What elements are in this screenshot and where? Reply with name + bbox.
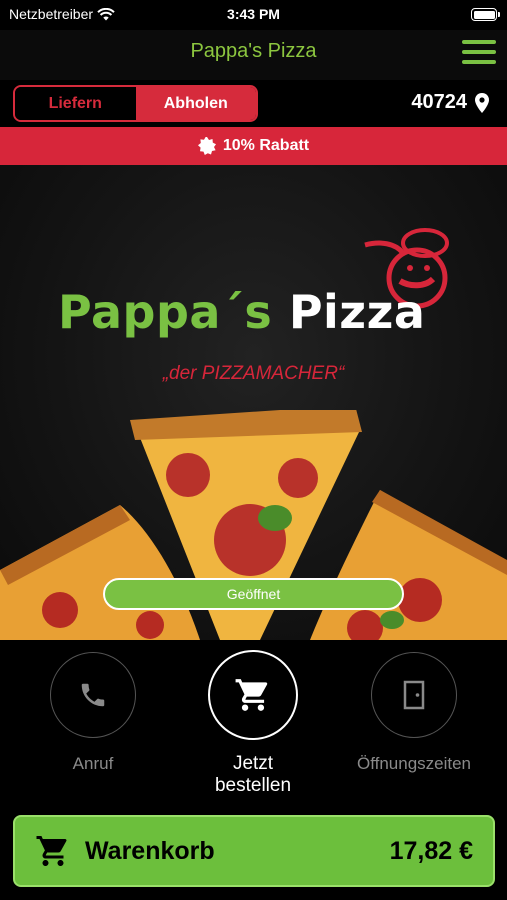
cart-total: 17,82 €	[389, 836, 473, 865]
cart-icon	[36, 836, 67, 866]
action-row: Anruf Jetzt bestellen Öffnungszeiten	[0, 640, 507, 805]
phone-icon	[81, 683, 105, 707]
opening-hours-label: Öffnungszeiten	[356, 754, 472, 773]
open-status-button[interactable]: Geöffnet	[103, 578, 404, 610]
cart-icon	[235, 679, 268, 711]
badge-icon	[197, 137, 216, 155]
battery-icon	[471, 8, 500, 21]
order-now-circle	[208, 650, 298, 740]
pickup-tab[interactable]: Abholen	[135, 87, 256, 120]
zip-code: 40724	[411, 91, 467, 113]
deliver-tab[interactable]: Liefern	[15, 87, 136, 120]
hero-banner: Pappa´s Pizza „der PIZZAMACHER“ Geöffnet	[0, 165, 507, 640]
location-pin-icon	[475, 92, 489, 113]
cart-label: Warenkorb	[85, 836, 215, 865]
order-mode-row: Liefern Abholen 40724	[0, 80, 507, 127]
page-title: Pappa's Pizza	[190, 40, 317, 62]
door-icon	[403, 680, 425, 710]
discount-text: 10% Rabatt	[222, 137, 310, 154]
order-now-button[interactable]: Jetzt bestellen	[193, 650, 313, 797]
cart-button[interactable]: Warenkorb 17,82 €	[13, 815, 495, 887]
status-bar: Netzbetreiber 3:43 PM	[0, 0, 507, 30]
order-now-label: Jetzt bestellen	[214, 753, 292, 796]
opening-hours-button[interactable]: Öffnungszeiten	[354, 652, 474, 774]
hamburger-menu-icon[interactable]	[462, 40, 496, 66]
order-mode-toggle: Liefern Abholen	[13, 85, 258, 122]
location-selector[interactable]: 40724	[411, 91, 489, 114]
clock: 3:43 PM	[227, 6, 280, 22]
brand-name-part2: Pizza	[288, 285, 426, 339]
discount-banner: 10% Rabatt	[0, 127, 507, 165]
call-circle	[50, 652, 136, 738]
opening-hours-circle	[371, 652, 457, 738]
nav-bar: Pappa's Pizza	[0, 30, 507, 80]
call-button[interactable]: Anruf	[33, 652, 153, 774]
brand-name-part1: Pappa´s	[58, 285, 273, 339]
brand-tagline: „der PIZZAMACHER“	[162, 363, 345, 384]
brand-name: Pappa´s Pizza	[58, 285, 425, 339]
call-label: Anruf	[72, 754, 114, 773]
